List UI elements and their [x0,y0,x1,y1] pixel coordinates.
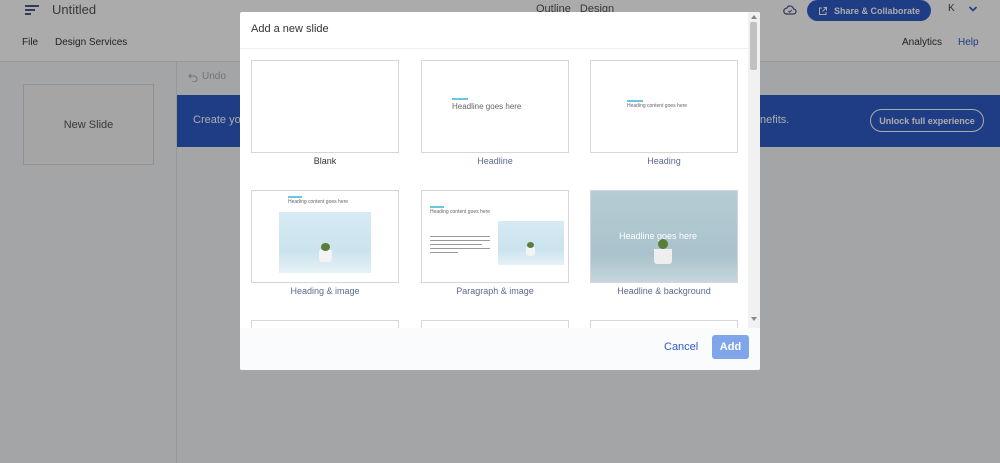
template-label: Paragraph & image [456,286,534,296]
template-paragraph-image[interactable]: Heading content goes here [421,190,569,283]
template-headline-background[interactable]: Headline goes here [590,190,738,283]
add-button[interactable]: Add [712,335,749,359]
scroll-thumb[interactable] [750,22,757,70]
accent-line [288,196,302,198]
thumb-text: Heading content goes here [627,103,688,109]
accent-line [627,100,643,102]
pot [654,249,672,264]
add-slide-dialog: Add a new slide Blank Headline goes here… [240,12,760,370]
template-label: Blank [313,156,337,166]
accent-line [430,206,444,208]
thumb-text: Heading content goes here [430,209,491,215]
template-heading[interactable]: Heading content goes here [590,60,738,153]
scroll-down-arrow[interactable] [751,317,757,321]
template-blank[interactable] [251,60,399,153]
template-tile[interactable] [590,320,738,328]
template-label: Heading [647,156,681,166]
cancel-button[interactable]: Cancel [664,341,698,353]
plant-image [498,221,564,265]
accent-line [452,98,468,100]
pot [319,250,332,262]
dialog-title: Add a new slide [251,23,329,35]
scroll-up-arrow[interactable] [751,15,757,19]
template-headline[interactable]: Headline goes here [421,60,569,153]
plant [527,242,534,248]
pot [526,247,535,256]
template-heading-image[interactable]: Heading content goes here [251,190,399,283]
plant [658,239,668,249]
thumb-text: Heading content goes here [288,199,349,205]
dialog-footer: Cancel Add [240,328,760,370]
template-tile[interactable] [251,320,399,328]
template-tile[interactable] [421,320,569,328]
plant-image [279,212,371,273]
plant [321,243,330,251]
paragraph-lines [430,236,490,253]
template-label: Headline & background [617,286,711,296]
thumb-text: Headline goes here [619,231,698,241]
scrollbar[interactable] [748,12,760,328]
template-label: Headline [477,156,513,166]
thumb-text: Headline goes here [452,102,522,111]
template-grid: Blank Headline goes here Headline Headin… [240,49,748,328]
template-label: Heading & image [290,286,360,296]
